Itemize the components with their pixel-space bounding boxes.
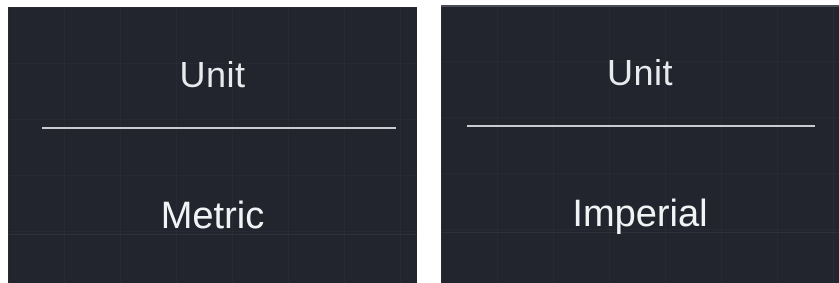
unit-title: Unit (179, 54, 246, 95)
title-divider (42, 127, 396, 129)
unit-title: Unit (606, 52, 674, 93)
row-separator (441, 232, 839, 233)
unit-setting-panel-metric[interactable]: Unit Metric (8, 7, 417, 283)
unit-setting-panel-imperial[interactable]: Unit Imperial (441, 5, 839, 283)
title-divider (467, 125, 815, 127)
unit-comparison-canvas: Unit Metric Unit Imperial (0, 0, 839, 283)
row-separator (8, 234, 417, 235)
